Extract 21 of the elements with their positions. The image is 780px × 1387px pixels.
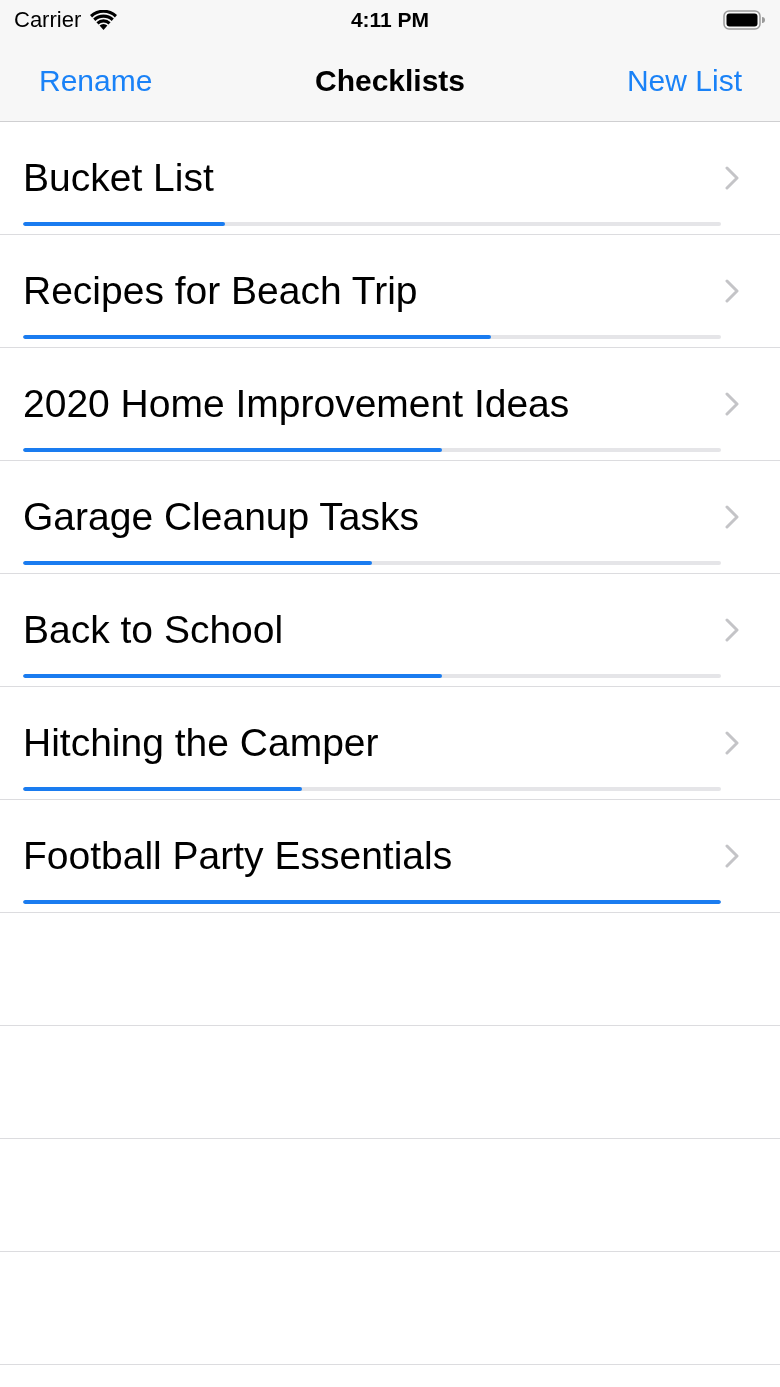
chevron-right-icon (725, 844, 739, 868)
chevron-right-icon (725, 618, 739, 642)
checklist-title: Back to School (23, 608, 284, 652)
wifi-icon (90, 10, 118, 30)
checklist-title: Recipes for Beach Trip (23, 269, 418, 313)
checklist-title: 2020 Home Improvement Ideas (23, 382, 570, 426)
battery-icon (723, 10, 765, 30)
rename-button[interactable]: Rename (39, 62, 153, 99)
checklist-title: Bucket List (23, 156, 214, 200)
chevron-right-icon (725, 166, 739, 190)
status-time: 4:11 PM (350, 8, 430, 32)
checklist-title: Hitching the Camper (23, 721, 379, 765)
chevron-right-icon (725, 279, 739, 303)
chevron-right-icon (725, 731, 739, 755)
checklist-title: Garage Cleanup Tasks (23, 495, 420, 539)
chevron-right-icon (725, 505, 739, 529)
chevron-right-icon (725, 392, 739, 416)
carrier-label: Carrier (14, 8, 82, 32)
checklist-title: Football Party Essentials (23, 834, 453, 878)
new-list-button[interactable]: New List (626, 62, 742, 99)
nav-title: Checklists (314, 62, 466, 99)
